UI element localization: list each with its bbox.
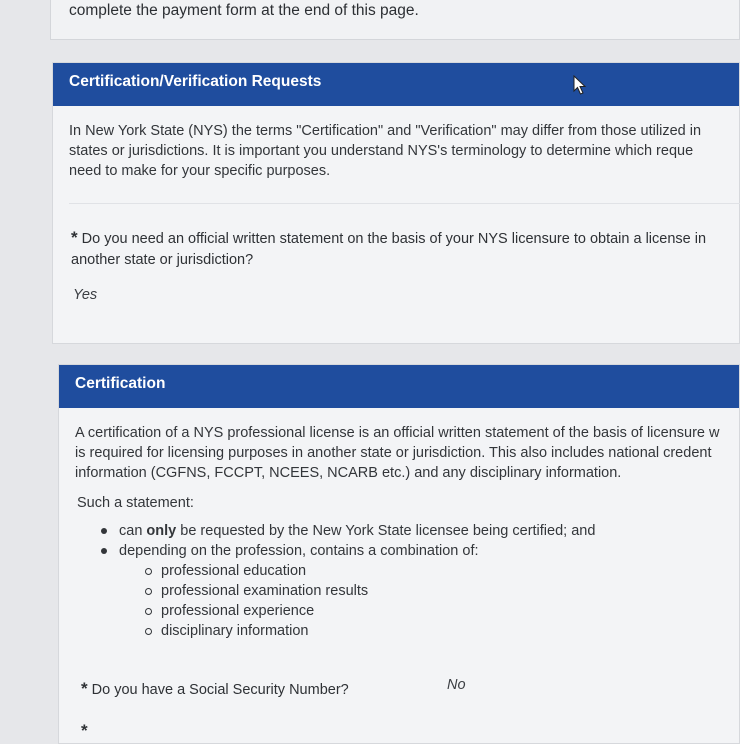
paragraph-line: A certification of a NYS professional li… <box>75 425 720 441</box>
bullet-dot <box>101 528 107 534</box>
certification-section: Certification A certification of a NYS p… <box>58 364 740 744</box>
question-line: Do you need an official written statemen… <box>81 231 707 247</box>
sub-list-item: professional examination results <box>143 581 595 601</box>
paragraph-line: In New York State (NYS) the terms "Certi… <box>69 123 702 139</box>
intro-text: complete the payment form at the end of … <box>69 2 419 19</box>
bullet-circle <box>145 568 152 575</box>
question-line: another state or jurisdiction? <box>71 252 254 268</box>
sub-list-item: disciplinary information <box>143 621 595 641</box>
section-header: Certification <box>59 365 739 408</box>
section-title: Certification/Verification Requests <box>69 73 322 90</box>
bullet-circle <box>145 608 152 615</box>
sub-list-item: professional experience <box>143 601 595 621</box>
sub-bullet-list: professional education professional exam… <box>143 561 595 641</box>
divider <box>69 203 740 204</box>
section-header: Certification/Verification Requests <box>53 63 739 106</box>
bullet-circle <box>145 628 152 635</box>
such-statement-label: Such a statement: <box>77 495 194 511</box>
ssn-question-label: Do you have a Social Security Number? <box>91 682 349 698</box>
required-marker: * <box>81 679 88 698</box>
license-statement-question: * Do you need an official written stateme… <box>71 227 706 271</box>
bullet-circle <box>145 588 152 595</box>
license-statement-answer[interactable]: Yes <box>73 287 97 303</box>
required-marker: * <box>71 228 78 247</box>
paragraph-line: information (CGFNS, FCCPT, NCEES, NCARB … <box>75 465 622 481</box>
ssn-question: * Do you have a Social Security Number? <box>81 679 349 699</box>
sub-list-item: professional education <box>143 561 595 581</box>
terminology-paragraph: In New York State (NYS) the terms "Certi… <box>69 121 740 181</box>
paragraph-line: states or jurisdictions. It is important… <box>69 143 694 159</box>
paragraph-line: need to make for your specific purposes. <box>69 163 331 179</box>
list-item: depending on the profession, contains a … <box>99 541 595 641</box>
statement-bullet-list: can only be requested by the New York St… <box>99 521 595 641</box>
certification-paragraph: A certification of a NYS professional li… <box>75 423 740 483</box>
mouse-pointer-icon <box>573 75 587 95</box>
section-title: Certification <box>75 375 166 392</box>
intro-card: complete the payment form at the end of … <box>50 0 740 40</box>
required-marker: * <box>81 721 88 740</box>
list-item: can only be requested by the New York St… <box>99 521 595 541</box>
paragraph-line: is required for licensing purposes in an… <box>75 445 712 461</box>
verification-requests-section: Certification/Verification Requests In N… <box>52 62 740 344</box>
ssn-answer[interactable]: No <box>447 677 466 693</box>
bullet-dot <box>101 548 107 554</box>
